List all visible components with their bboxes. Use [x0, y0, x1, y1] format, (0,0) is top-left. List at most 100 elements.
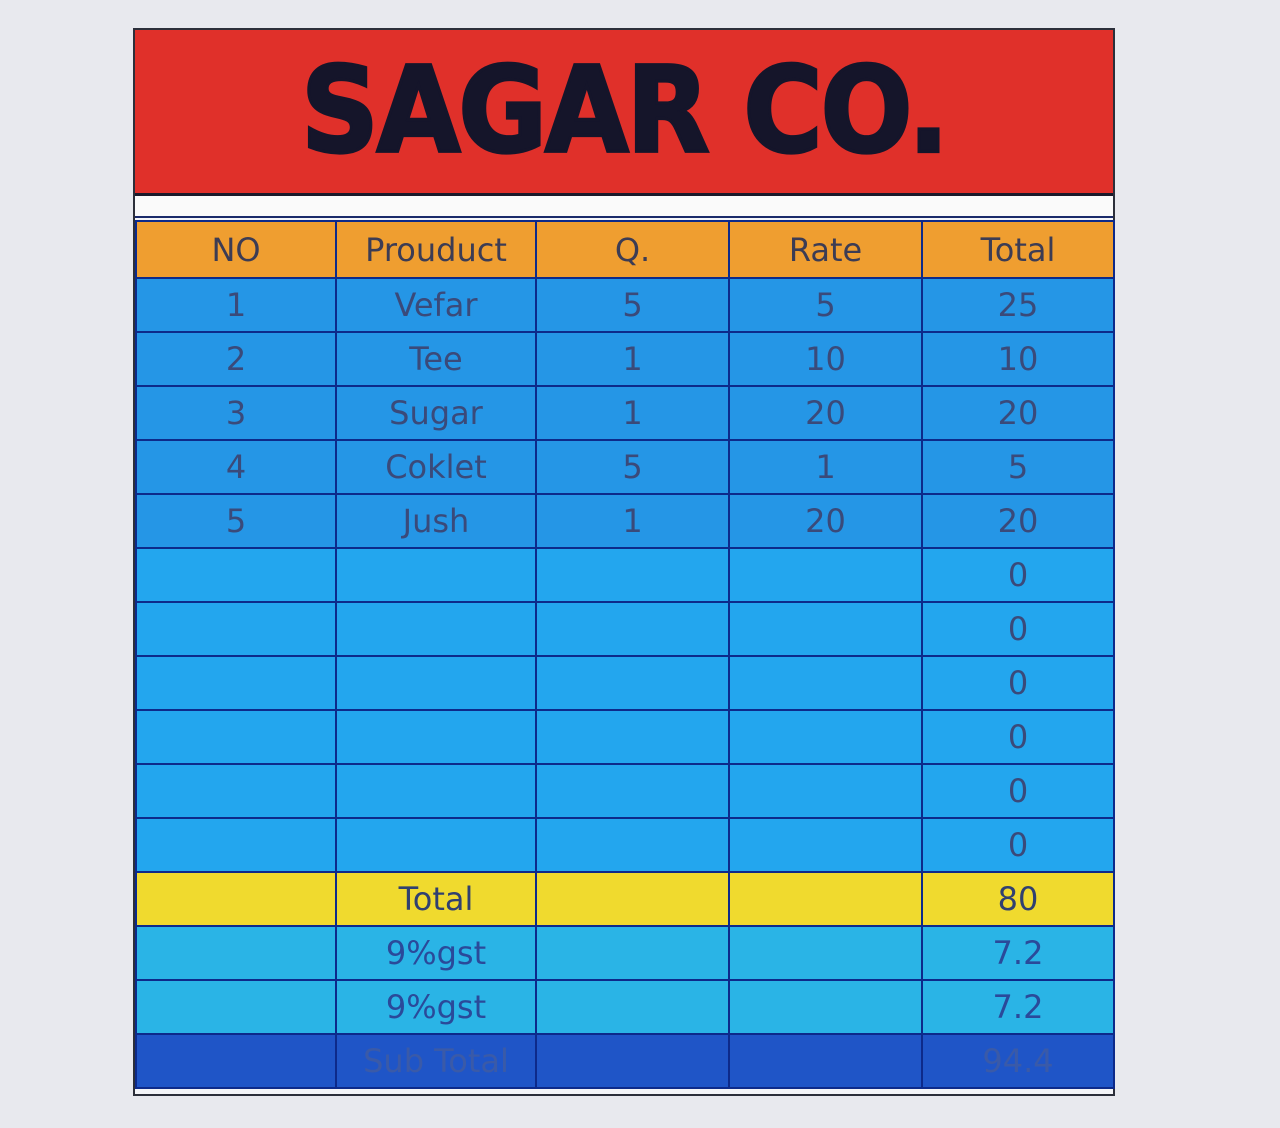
cell-no	[135, 601, 337, 657]
cell-total: 0	[921, 547, 1115, 603]
item-row: 4 Coklet 5 1 5	[135, 439, 1115, 495]
summary-row-gst: 9%gst 7.2	[135, 925, 1115, 981]
cell-product	[335, 709, 537, 765]
title-spacer	[135, 196, 1113, 218]
cell-no: 5	[135, 493, 337, 549]
cell-blank	[728, 1033, 923, 1089]
cell-blank	[535, 925, 730, 981]
empty-row: 0	[135, 601, 1115, 657]
cell-rate	[728, 547, 923, 603]
cell-qty: 1	[535, 493, 730, 549]
cell-rate	[728, 763, 923, 819]
item-row: 3 Sugar 1 20 20	[135, 385, 1115, 441]
header-row: NO Prouduct Q. Rate Total	[135, 220, 1115, 279]
cell-no: 1	[135, 277, 337, 333]
cell-rate	[728, 817, 923, 873]
header-product: Prouduct	[335, 220, 537, 279]
cell-qty	[535, 547, 730, 603]
empty-row: 0	[135, 709, 1115, 765]
summary-label: Sub Total	[335, 1033, 537, 1089]
cell-rate: 10	[728, 331, 923, 387]
summary-value: 7.2	[921, 979, 1115, 1035]
item-row: 1 Vefar 5 5 25	[135, 277, 1115, 333]
cell-rate: 20	[728, 493, 923, 549]
cell-qty	[535, 763, 730, 819]
invoice-table: NO Prouduct Q. Rate Total 1 Vefar 5 5 25 2 Tee…	[135, 220, 1115, 1089]
cell-product: Tee	[335, 331, 537, 387]
cell-qty	[535, 817, 730, 873]
cell-rate: 1	[728, 439, 923, 495]
summary-value: 7.2	[921, 925, 1115, 981]
title-banner: SAGAR CO.	[135, 30, 1113, 196]
cell-total: 0	[921, 601, 1115, 657]
cell-blank	[728, 979, 923, 1035]
summary-row-total: Total 80	[135, 871, 1115, 927]
summary-label: Total	[335, 871, 537, 927]
cell-product	[335, 547, 537, 603]
header-total: Total	[921, 220, 1115, 279]
cell-blank	[135, 925, 337, 981]
summary-label: 9%gst	[335, 979, 537, 1035]
cell-blank	[535, 979, 730, 1035]
cell-product	[335, 655, 537, 711]
cell-total: 0	[921, 655, 1115, 711]
cell-rate	[728, 655, 923, 711]
cell-no	[135, 817, 337, 873]
cell-qty: 1	[535, 331, 730, 387]
cell-total: 0	[921, 817, 1115, 873]
cell-no: 2	[135, 331, 337, 387]
header-rate: Rate	[728, 220, 923, 279]
item-row: 5 Jush 1 20 20	[135, 493, 1115, 549]
summary-row-sub: Sub Total 94.4	[135, 1033, 1115, 1089]
cell-no	[135, 709, 337, 765]
cell-blank	[135, 979, 337, 1035]
cell-product	[335, 763, 537, 819]
cell-rate	[728, 601, 923, 657]
cell-product: Vefar	[335, 277, 537, 333]
header-no: NO	[135, 220, 337, 279]
cell-total: 5	[921, 439, 1115, 495]
cell-qty: 1	[535, 385, 730, 441]
empty-row: 0	[135, 655, 1115, 711]
header-qty: Q.	[535, 220, 730, 279]
cell-total: 20	[921, 385, 1115, 441]
cell-total: 25	[921, 277, 1115, 333]
cell-total: 20	[921, 493, 1115, 549]
cell-no: 3	[135, 385, 337, 441]
cell-total: 10	[921, 331, 1115, 387]
cell-qty	[535, 655, 730, 711]
invoice-sheet: SAGAR CO. NO Prouduct Q. Rate Total 1 Vef…	[133, 28, 1115, 1096]
cell-no	[135, 763, 337, 819]
summary-row-gst: 9%gst 7.2	[135, 979, 1115, 1035]
cell-rate: 20	[728, 385, 923, 441]
cell-product: Sugar	[335, 385, 537, 441]
cell-product: Coklet	[335, 439, 537, 495]
empty-row: 0	[135, 763, 1115, 819]
cell-blank	[135, 1033, 337, 1089]
cell-no: 4	[135, 439, 337, 495]
summary-value: 80	[921, 871, 1115, 927]
cell-product: Jush	[335, 493, 537, 549]
company-name: SAGAR CO.	[299, 41, 950, 182]
cell-qty: 5	[535, 439, 730, 495]
cell-qty	[535, 601, 730, 657]
cell-no	[135, 547, 337, 603]
cell-blank	[535, 871, 730, 927]
cell-qty	[535, 709, 730, 765]
summary-value: 94.4	[921, 1033, 1115, 1089]
cell-blank	[728, 925, 923, 981]
cell-rate	[728, 709, 923, 765]
cell-product	[335, 601, 537, 657]
cell-blank	[728, 871, 923, 927]
cell-blank	[535, 1033, 730, 1089]
item-row: 2 Tee 1 10 10	[135, 331, 1115, 387]
cell-product	[335, 817, 537, 873]
empty-row: 0	[135, 817, 1115, 873]
cell-qty: 5	[535, 277, 730, 333]
cell-total: 0	[921, 763, 1115, 819]
summary-label: 9%gst	[335, 925, 537, 981]
cell-total: 0	[921, 709, 1115, 765]
cell-rate: 5	[728, 277, 923, 333]
empty-row: 0	[135, 547, 1115, 603]
cell-no	[135, 655, 337, 711]
